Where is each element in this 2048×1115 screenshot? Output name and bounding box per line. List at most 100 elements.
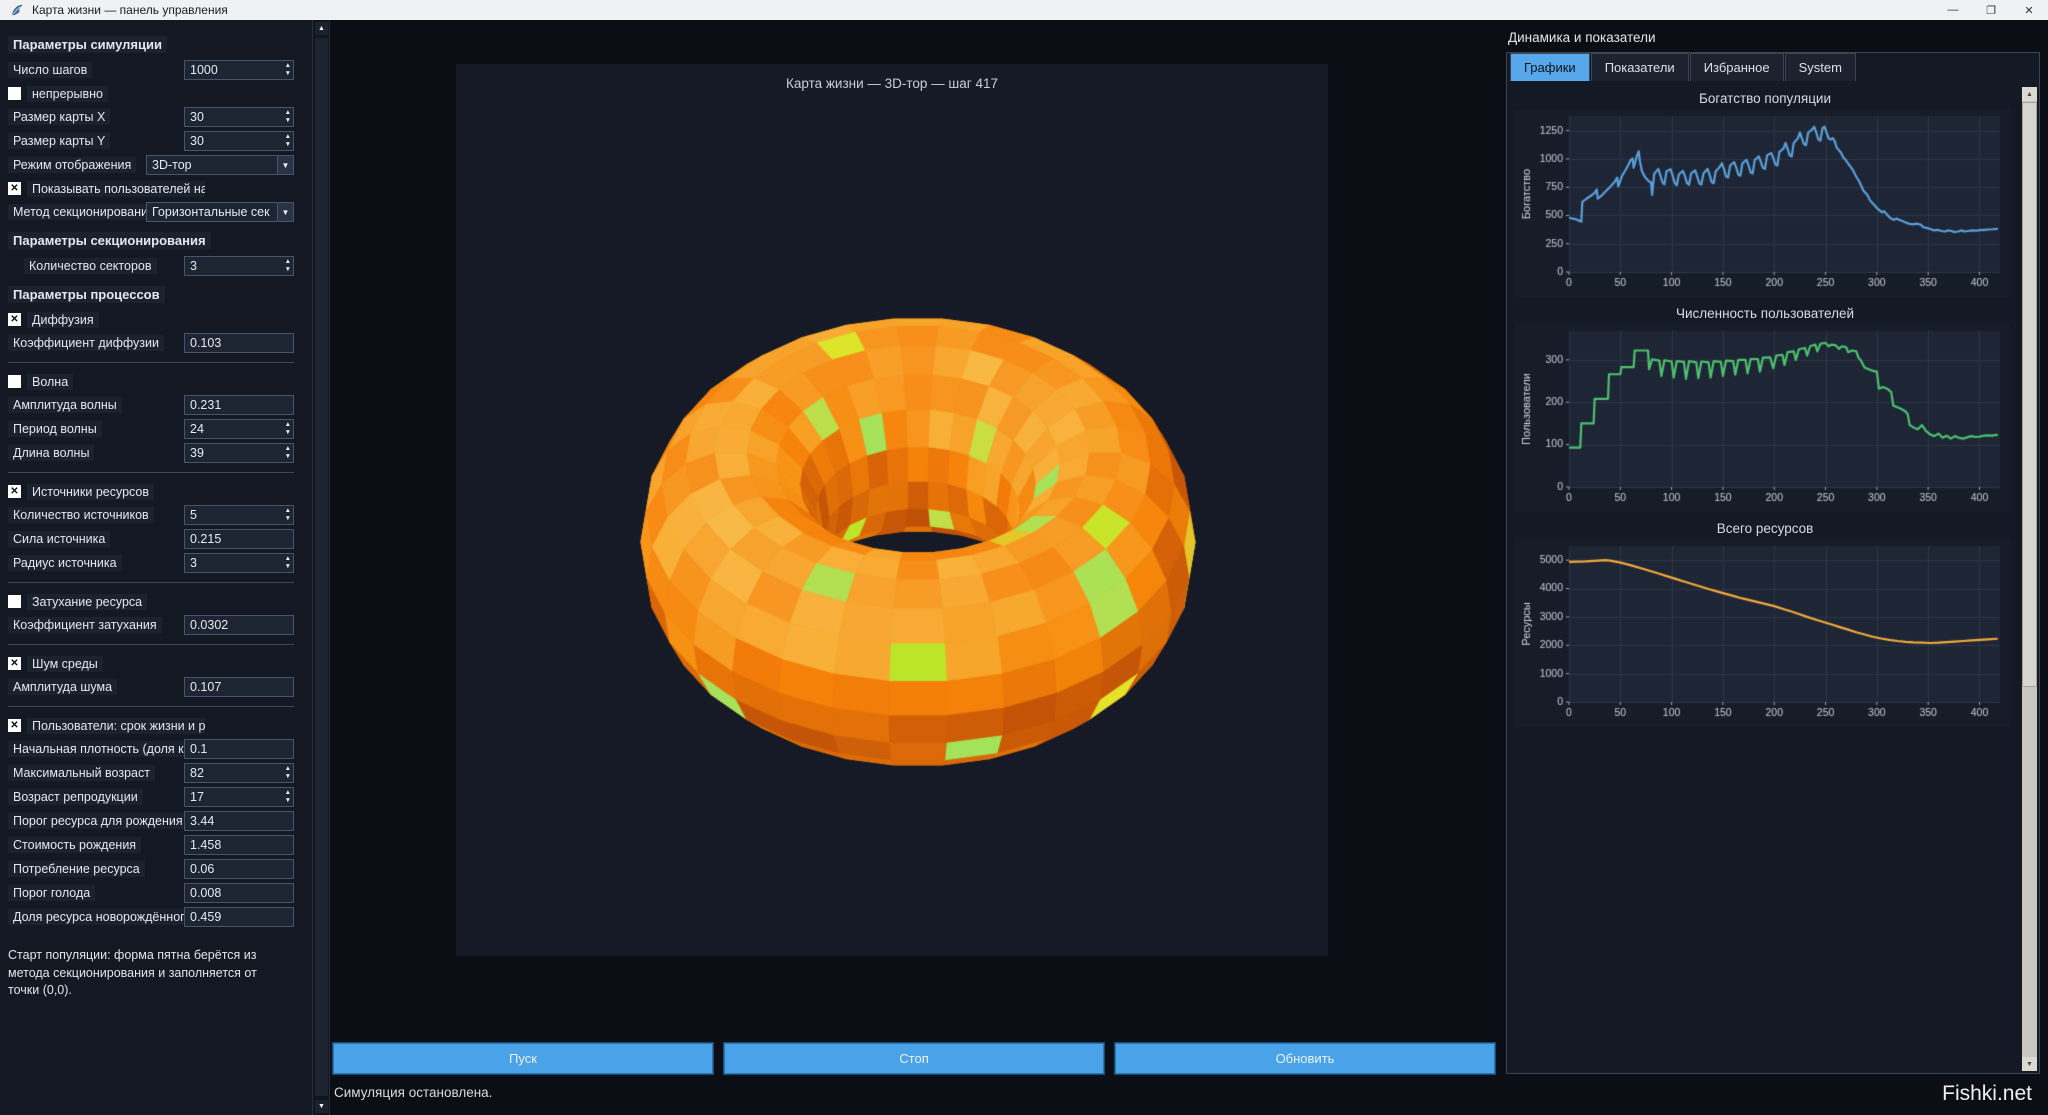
stop-button[interactable]: Стоп — [723, 1042, 1105, 1075]
start-population-note: Старт популяции: форма пятна берётся из … — [8, 947, 280, 1000]
spin-arrows-icon[interactable]: ▲▼ — [285, 445, 291, 461]
max-age-spinbox[interactable]: 82 ▲▼ — [184, 763, 294, 783]
param-row-resource-sources: ✕Источники ресурсов — [8, 482, 308, 501]
initial-density-entry[interactable]: 0.1 — [184, 739, 294, 759]
param-row-process-params-header: Параметры процессов — [8, 285, 308, 304]
param-row-noise-amplitude: Амплитуда шума0.107 — [8, 677, 308, 697]
spin-arrows-icon[interactable]: ▲▼ — [285, 258, 291, 274]
spin-arrows-icon[interactable]: ▲▼ — [285, 133, 291, 149]
spin-arrows-icon[interactable]: ▲▼ — [285, 109, 291, 125]
param-row-wave-period: Период волны24▲▼ — [8, 419, 308, 439]
wave-length-spinbox[interactable]: 39▲▼ — [184, 443, 294, 463]
chart-canvas-0 — [1515, 109, 2010, 297]
spin-arrows-icon[interactable]: ▲▼ — [285, 555, 291, 571]
param-row-birth-resource-threshold: Порог ресурса для рождения3.44 — [8, 811, 308, 831]
param-row-simulation-params-header: Параметры симуляции — [8, 35, 308, 54]
param-row-show-users-on-torus: ✕ Показывать пользователей на 3D-торе — [8, 179, 308, 198]
sector-count-label: Количество секторов — [24, 258, 157, 274]
birth-resource-threshold-label: Порог ресурса для рождения — [8, 813, 184, 829]
tab-indicators[interactable]: Показатели — [1591, 53, 1689, 81]
scroll-down-icon[interactable]: ▼ — [2022, 1057, 2037, 1071]
spin-arrows-icon[interactable]: ▲▼ — [285, 765, 291, 781]
hunger-threshold-entry[interactable]: 0.008 — [184, 883, 294, 903]
sectioning-method-label: Метод секционирования — [8, 204, 146, 220]
map-size-x-spinbox[interactable]: 30▲▼ — [184, 107, 294, 127]
torus-3d-view[interactable] — [456, 64, 1328, 956]
show-users-on-torus-checkbox[interactable]: ✕ — [8, 182, 21, 195]
spin-arrows-icon[interactable]: ▲▼ — [285, 421, 291, 437]
param-row-wave-length: Длина волны39▲▼ — [8, 443, 308, 463]
tab-favorites[interactable]: Избранное — [1690, 53, 1784, 81]
sector-count-spinbox[interactable]: 3▲▼ — [184, 256, 294, 276]
separator — [8, 472, 294, 473]
chevron-down-icon[interactable]: ▼ — [277, 156, 293, 174]
metrics-panel: ГрафикиПоказателиИзбранноеSystem Богатст… — [1506, 52, 2040, 1074]
refresh-button[interactable]: Обновить — [1114, 1042, 1496, 1075]
display-mode-label: Режим отображения — [8, 157, 136, 173]
chevron-down-icon[interactable]: ▼ — [277, 203, 293, 221]
wave-period-spinbox[interactable]: 24▲▼ — [184, 419, 294, 439]
decay-coefficient-entry[interactable]: 0.0302 — [184, 615, 294, 635]
newborn-resource-share-entry[interactable]: 0.459 — [184, 907, 294, 927]
noise-amplitude-entry[interactable]: 0.107 — [184, 677, 294, 697]
users-lifespan-reproduction-checkbox[interactable]: ✕ — [8, 719, 21, 732]
spin-arrows-icon[interactable]: ▲▼ — [285, 789, 291, 805]
sectioning-method-combobox[interactable]: Горизонтальные сек▼ — [146, 202, 294, 222]
process-params-header-label: Параметры процессов — [8, 286, 165, 303]
param-row-display-mode: Режим отображения 3D-тор▼ — [8, 155, 308, 175]
source-strength-label: Сила источника — [8, 531, 110, 547]
param-row-sectioning-method: Метод секционированияГоризонтальные сек▼ — [8, 202, 308, 222]
spin-arrows-icon[interactable]: ▲▼ — [285, 62, 291, 78]
wave-checkbox[interactable] — [8, 375, 21, 388]
scroll-up-icon[interactable]: ▲ — [315, 22, 328, 35]
newborn-resource-share-label: Доля ресурса новорождённого — [8, 909, 184, 925]
figure-title: Карта жизни — 3D-тор — шаг 417 — [456, 76, 1328, 91]
diffusion-coefficient-value: 0.103 — [190, 336, 221, 350]
source-radius-spinbox[interactable]: 3▲▼ — [184, 553, 294, 573]
environment-noise-checkbox[interactable]: ✕ — [8, 657, 21, 670]
scroll-down-icon[interactable]: ▼ — [315, 1100, 328, 1113]
reproduction-age-spinbox[interactable]: 17▲▼ — [184, 787, 294, 807]
diffusion-checkbox[interactable]: ✕ — [8, 313, 21, 326]
sidebar-scrollbar-thumb[interactable] — [315, 38, 328, 1096]
map-size-y-label: Размер карты Y — [8, 133, 110, 149]
birth-resource-threshold-entry[interactable]: 3.44 — [184, 811, 294, 831]
param-row-map-size-x: Размер карты X30▲▼ — [8, 107, 308, 127]
diffusion-coefficient-entry[interactable]: 0.103 — [184, 333, 294, 353]
start-button[interactable]: Пуск — [332, 1042, 714, 1075]
charts-scrollbar-thumb[interactable] — [2022, 102, 2037, 687]
source-count-spinbox[interactable]: 5▲▼ — [184, 505, 294, 525]
wave-amplitude-entry[interactable]: 0.231 — [184, 395, 294, 415]
tab-system[interactable]: System — [1785, 53, 1856, 81]
map-size-y-spinbox[interactable]: 30▲▼ — [184, 131, 294, 151]
resource-sources-checkbox[interactable]: ✕ — [8, 485, 21, 498]
wave-amplitude-value: 0.231 — [190, 398, 221, 412]
continuous-checkbox[interactable] — [8, 87, 21, 100]
source-strength-entry[interactable]: 0.215 — [184, 529, 294, 549]
max-age-value: 82 — [190, 766, 204, 780]
chart-block-1: Численность пользователей — [1509, 302, 2021, 517]
chart-title: Численность пользователей — [1509, 302, 2021, 324]
show-users-on-torus-label: Показывать пользователей на 3D-торе — [27, 181, 205, 197]
initial-density-label: Начальная плотность (доля к — [8, 741, 184, 757]
sidebar-scrollbar[interactable]: ▲ ▼ — [312, 20, 330, 1115]
charts-scrollbar[interactable]: ▲ ▼ — [2022, 87, 2037, 1071]
torus-figure: Карта жизни — 3D-тор — шаг 417 — [456, 64, 1328, 956]
wave-label: Волна — [27, 374, 73, 390]
param-row-environment-noise: ✕Шум среды — [8, 654, 308, 673]
maximize-button[interactable]: ❐ — [1972, 0, 2010, 20]
display-mode-combobox[interactable]: 3D-тор▼ — [146, 155, 294, 175]
param-row-wave: Волна — [8, 372, 308, 391]
close-button[interactable]: ✕ — [2010, 0, 2048, 20]
resource-consumption-entry[interactable]: 0.06 — [184, 859, 294, 879]
separator — [8, 362, 294, 363]
steps-count-spinbox[interactable]: 1000▲▼ — [184, 60, 294, 80]
scroll-up-icon[interactable]: ▲ — [2022, 87, 2037, 101]
source-count-label: Количество источников — [8, 507, 154, 523]
minimize-button[interactable]: — — [1934, 0, 1972, 20]
spin-arrows-icon[interactable]: ▲▼ — [285, 507, 291, 523]
tab-charts[interactable]: Графики — [1510, 53, 1590, 81]
resource-decay-checkbox[interactable] — [8, 595, 21, 608]
birth-cost-entry[interactable]: 1.458 — [184, 835, 294, 855]
param-row-steps-count: Число шагов1000▲▼ — [8, 60, 308, 80]
